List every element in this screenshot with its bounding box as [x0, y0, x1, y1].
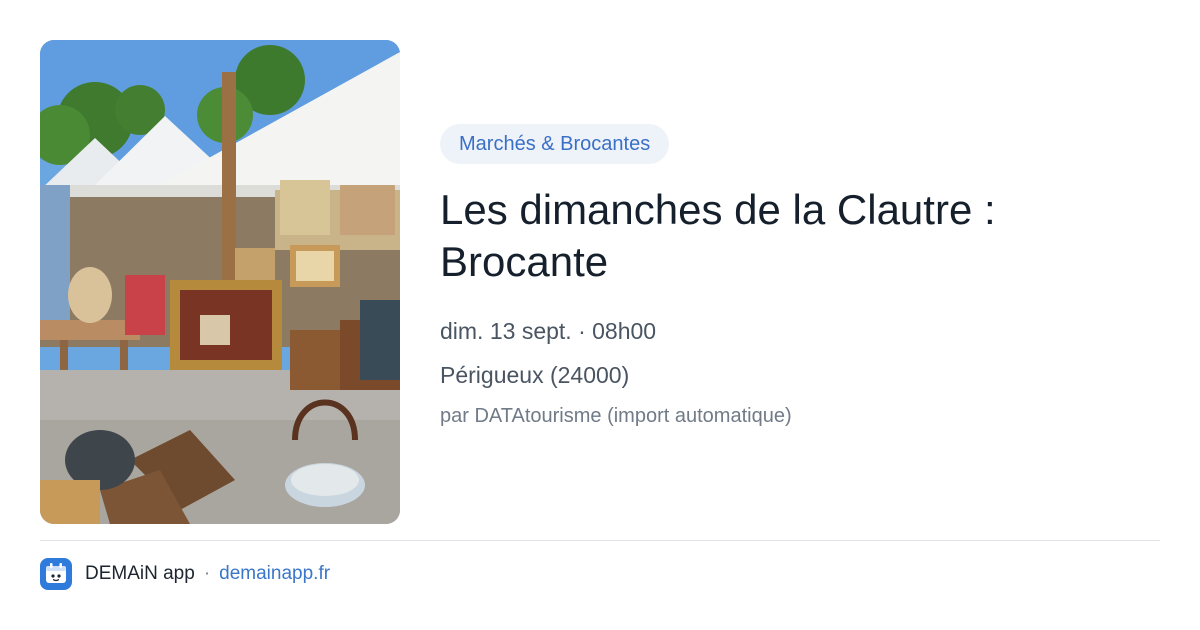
event-photo	[40, 40, 400, 524]
demain-app-logo-icon	[40, 558, 72, 590]
event-title[interactable]: Les dimanches de la Clautre : Brocante	[440, 184, 1080, 288]
app-name: DEMAiN app	[85, 563, 195, 584]
event-source: par DATAtourisme (import automatique)	[440, 405, 792, 427]
event-date: dim. 13 sept. · 08h00	[440, 318, 657, 344]
event-info: Marchés & Brocantes Les dimanches de la …	[440, 124, 1160, 430]
event-location: Périgueux (24000)	[440, 362, 630, 388]
link-preview-card[interactable]: Marchés & Brocantes Les dimanches de la …	[0, 0, 1200, 630]
category-badge[interactable]: Marchés & Brocantes	[440, 124, 670, 164]
app-domain-link[interactable]: demainapp.fr	[219, 563, 330, 585]
footer-divider	[40, 540, 1160, 541]
footer: DEMAiN app · demainapp.fr	[40, 558, 330, 590]
footer-separator: ·	[203, 563, 211, 584]
